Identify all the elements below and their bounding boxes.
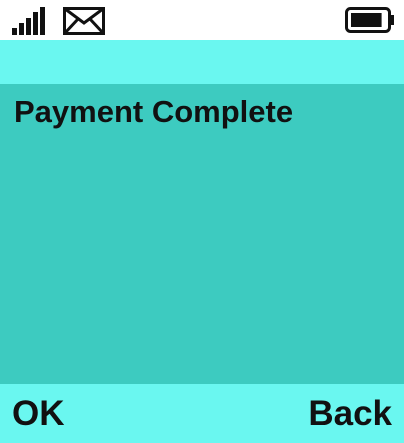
phone-screen: Payment Complete OK Back	[0, 0, 404, 443]
envelope-icon	[63, 7, 105, 35]
back-softkey[interactable]: Back	[308, 394, 392, 434]
ok-softkey[interactable]: OK	[12, 394, 65, 434]
title-strip	[0, 40, 404, 84]
status-bar	[0, 0, 404, 40]
content-area: Payment Complete	[0, 84, 404, 384]
softkey-bar: OK Back	[0, 384, 404, 443]
signal-bars-icon	[12, 7, 45, 35]
battery-icon	[345, 7, 394, 33]
status-message: Payment Complete	[14, 94, 294, 129]
